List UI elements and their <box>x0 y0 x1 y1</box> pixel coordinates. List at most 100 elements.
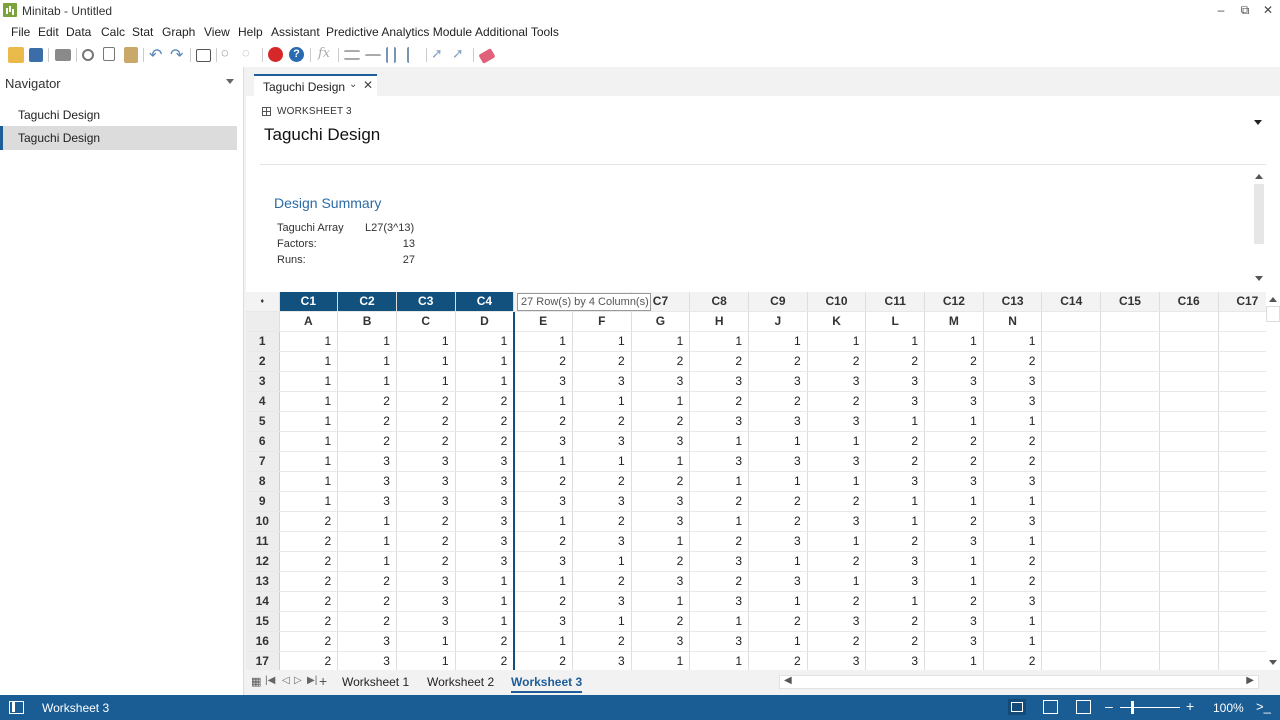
data-cell[interactable]: 1 <box>807 331 867 352</box>
zoom-slider-handle[interactable] <box>1131 701 1134 714</box>
data-cell[interactable]: 1 <box>807 571 867 592</box>
data-cell[interactable]: 1 <box>983 611 1043 632</box>
select-all-corner[interactable]: ♦ <box>246 292 280 312</box>
data-cell[interactable]: 2 <box>572 571 632 592</box>
data-cell[interactable]: 3 <box>689 551 749 572</box>
data-cell[interactable]: 1 <box>279 411 339 432</box>
data-cell[interactable] <box>1100 531 1160 552</box>
data-cell[interactable]: 2 <box>455 631 515 652</box>
data-cell[interactable]: 2 <box>572 351 632 372</box>
data-cell[interactable]: 2 <box>455 411 515 432</box>
data-cell[interactable] <box>1159 491 1219 512</box>
data-cell[interactable]: 1 <box>983 331 1043 352</box>
undo-icon[interactable]: ↶ <box>149 45 165 64</box>
data-cell[interactable]: 3 <box>631 491 691 512</box>
data-cell[interactable]: 1 <box>748 431 808 452</box>
data-cell[interactable]: 1 <box>337 551 397 572</box>
sheet-tab-3[interactable]: Worksheet 3 <box>511 675 583 693</box>
replace-icon[interactable]: ◌ <box>242 45 258 61</box>
row-number[interactable]: 10 <box>246 511 280 532</box>
column-name-cell[interactable]: F <box>572 311 632 332</box>
column-header[interactable]: C9 <box>748 292 808 312</box>
data-cell[interactable]: 3 <box>396 571 456 592</box>
data-cell[interactable]: 2 <box>337 411 397 432</box>
data-cell[interactable]: 1 <box>513 571 573 592</box>
data-cell[interactable]: 2 <box>513 351 573 372</box>
zoom-in-icon[interactable]: + <box>1186 698 1194 714</box>
data-cell[interactable]: 3 <box>513 611 573 632</box>
column-header[interactable]: C13 <box>983 292 1043 312</box>
data-cell[interactable]: 2 <box>455 651 515 670</box>
command-line-icon[interactable]: >_ <box>1256 699 1271 714</box>
data-cell[interactable]: 1 <box>572 611 632 632</box>
data-cell[interactable]: 2 <box>279 511 339 532</box>
data-cell[interactable]: 2 <box>279 551 339 572</box>
data-cell[interactable]: 3 <box>337 631 397 652</box>
data-cell[interactable]: 3 <box>455 491 515 512</box>
data-cell[interactable]: 3 <box>924 471 984 492</box>
data-cell[interactable]: 1 <box>748 631 808 652</box>
data-cell[interactable]: 3 <box>924 391 984 412</box>
data-cell[interactable]: 3 <box>865 371 926 392</box>
column-name-cell[interactable]: L <box>865 311 926 332</box>
data-cell[interactable]: 2 <box>455 391 515 412</box>
data-cell[interactable]: 3 <box>807 511 867 532</box>
data-cell[interactable]: 1 <box>924 331 984 352</box>
data-cell[interactable] <box>1100 471 1160 492</box>
row-number[interactable]: 16 <box>246 631 280 652</box>
data-cell[interactable]: 1 <box>396 351 456 372</box>
data-cell[interactable]: 2 <box>279 531 339 552</box>
output-scrollbar[interactable] <box>1252 170 1266 286</box>
menu-stat[interactable]: Stat <box>132 25 153 39</box>
data-cell[interactable] <box>1100 371 1160 392</box>
data-cell[interactable]: 1 <box>279 391 339 412</box>
data-cell[interactable] <box>1041 491 1102 512</box>
data-cell[interactable] <box>1041 511 1102 532</box>
column-header[interactable]: C16 <box>1159 292 1219 312</box>
column-name-cell[interactable]: B <box>337 311 397 332</box>
data-cell[interactable]: 2 <box>572 631 632 652</box>
data-cell[interactable]: 3 <box>396 471 456 492</box>
cut-icon[interactable] <box>82 49 94 61</box>
last-sheet-icon[interactable]: ▶| <box>307 675 317 686</box>
data-cell[interactable] <box>1100 491 1160 512</box>
data-cell[interactable] <box>1159 391 1219 412</box>
data-cell[interactable]: 2 <box>748 651 808 670</box>
data-cell[interactable]: 3 <box>865 551 926 572</box>
restore-icon[interactable]: ⧉ <box>1235 3 1255 18</box>
column-name-cell[interactable]: N <box>983 311 1043 332</box>
data-cell[interactable]: 2 <box>748 351 808 372</box>
column-name-cell[interactable]: H <box>689 311 749 332</box>
menu-graph[interactable]: Graph <box>162 25 195 39</box>
data-cell[interactable]: 1 <box>924 491 984 512</box>
grid-scrollbar[interactable] <box>1266 292 1280 670</box>
data-cell[interactable]: 1 <box>396 371 456 392</box>
data-cell[interactable] <box>1159 611 1219 632</box>
data-cell[interactable]: 1 <box>455 351 515 372</box>
data-cell[interactable]: 2 <box>572 411 632 432</box>
data-cell[interactable]: 2 <box>513 411 573 432</box>
column-name-cell[interactable]: C <box>396 311 456 332</box>
data-cell[interactable] <box>1041 351 1102 372</box>
row-number[interactable]: 5 <box>246 411 280 432</box>
copy-icon[interactable] <box>103 47 115 61</box>
scroll-right-icon[interactable]: ▶ <box>1246 675 1254 686</box>
data-cell[interactable]: 1 <box>572 551 632 572</box>
save-icon[interactable] <box>29 48 43 62</box>
first-sheet-icon[interactable]: |◀ <box>265 675 275 686</box>
column-header[interactable]: C12 <box>924 292 984 312</box>
data-cell[interactable]: 1 <box>924 411 984 432</box>
data-cell[interactable] <box>1159 531 1219 552</box>
data-cell[interactable]: 3 <box>924 531 984 552</box>
column-header[interactable]: C8 <box>689 292 749 312</box>
column-name-cell[interactable] <box>1041 311 1102 332</box>
row-number[interactable]: 13 <box>246 571 280 592</box>
data-cell[interactable]: 1 <box>279 431 339 452</box>
data-cell[interactable]: 2 <box>396 551 456 572</box>
data-cell[interactable]: 3 <box>396 491 456 512</box>
data-cell[interactable]: 3 <box>631 371 691 392</box>
data-cell[interactable]: 3 <box>748 451 808 472</box>
row-number[interactable]: 11 <box>246 531 280 552</box>
sheet-tab-2[interactable]: Worksheet 2 <box>427 675 494 689</box>
data-cell[interactable]: 3 <box>924 631 984 652</box>
